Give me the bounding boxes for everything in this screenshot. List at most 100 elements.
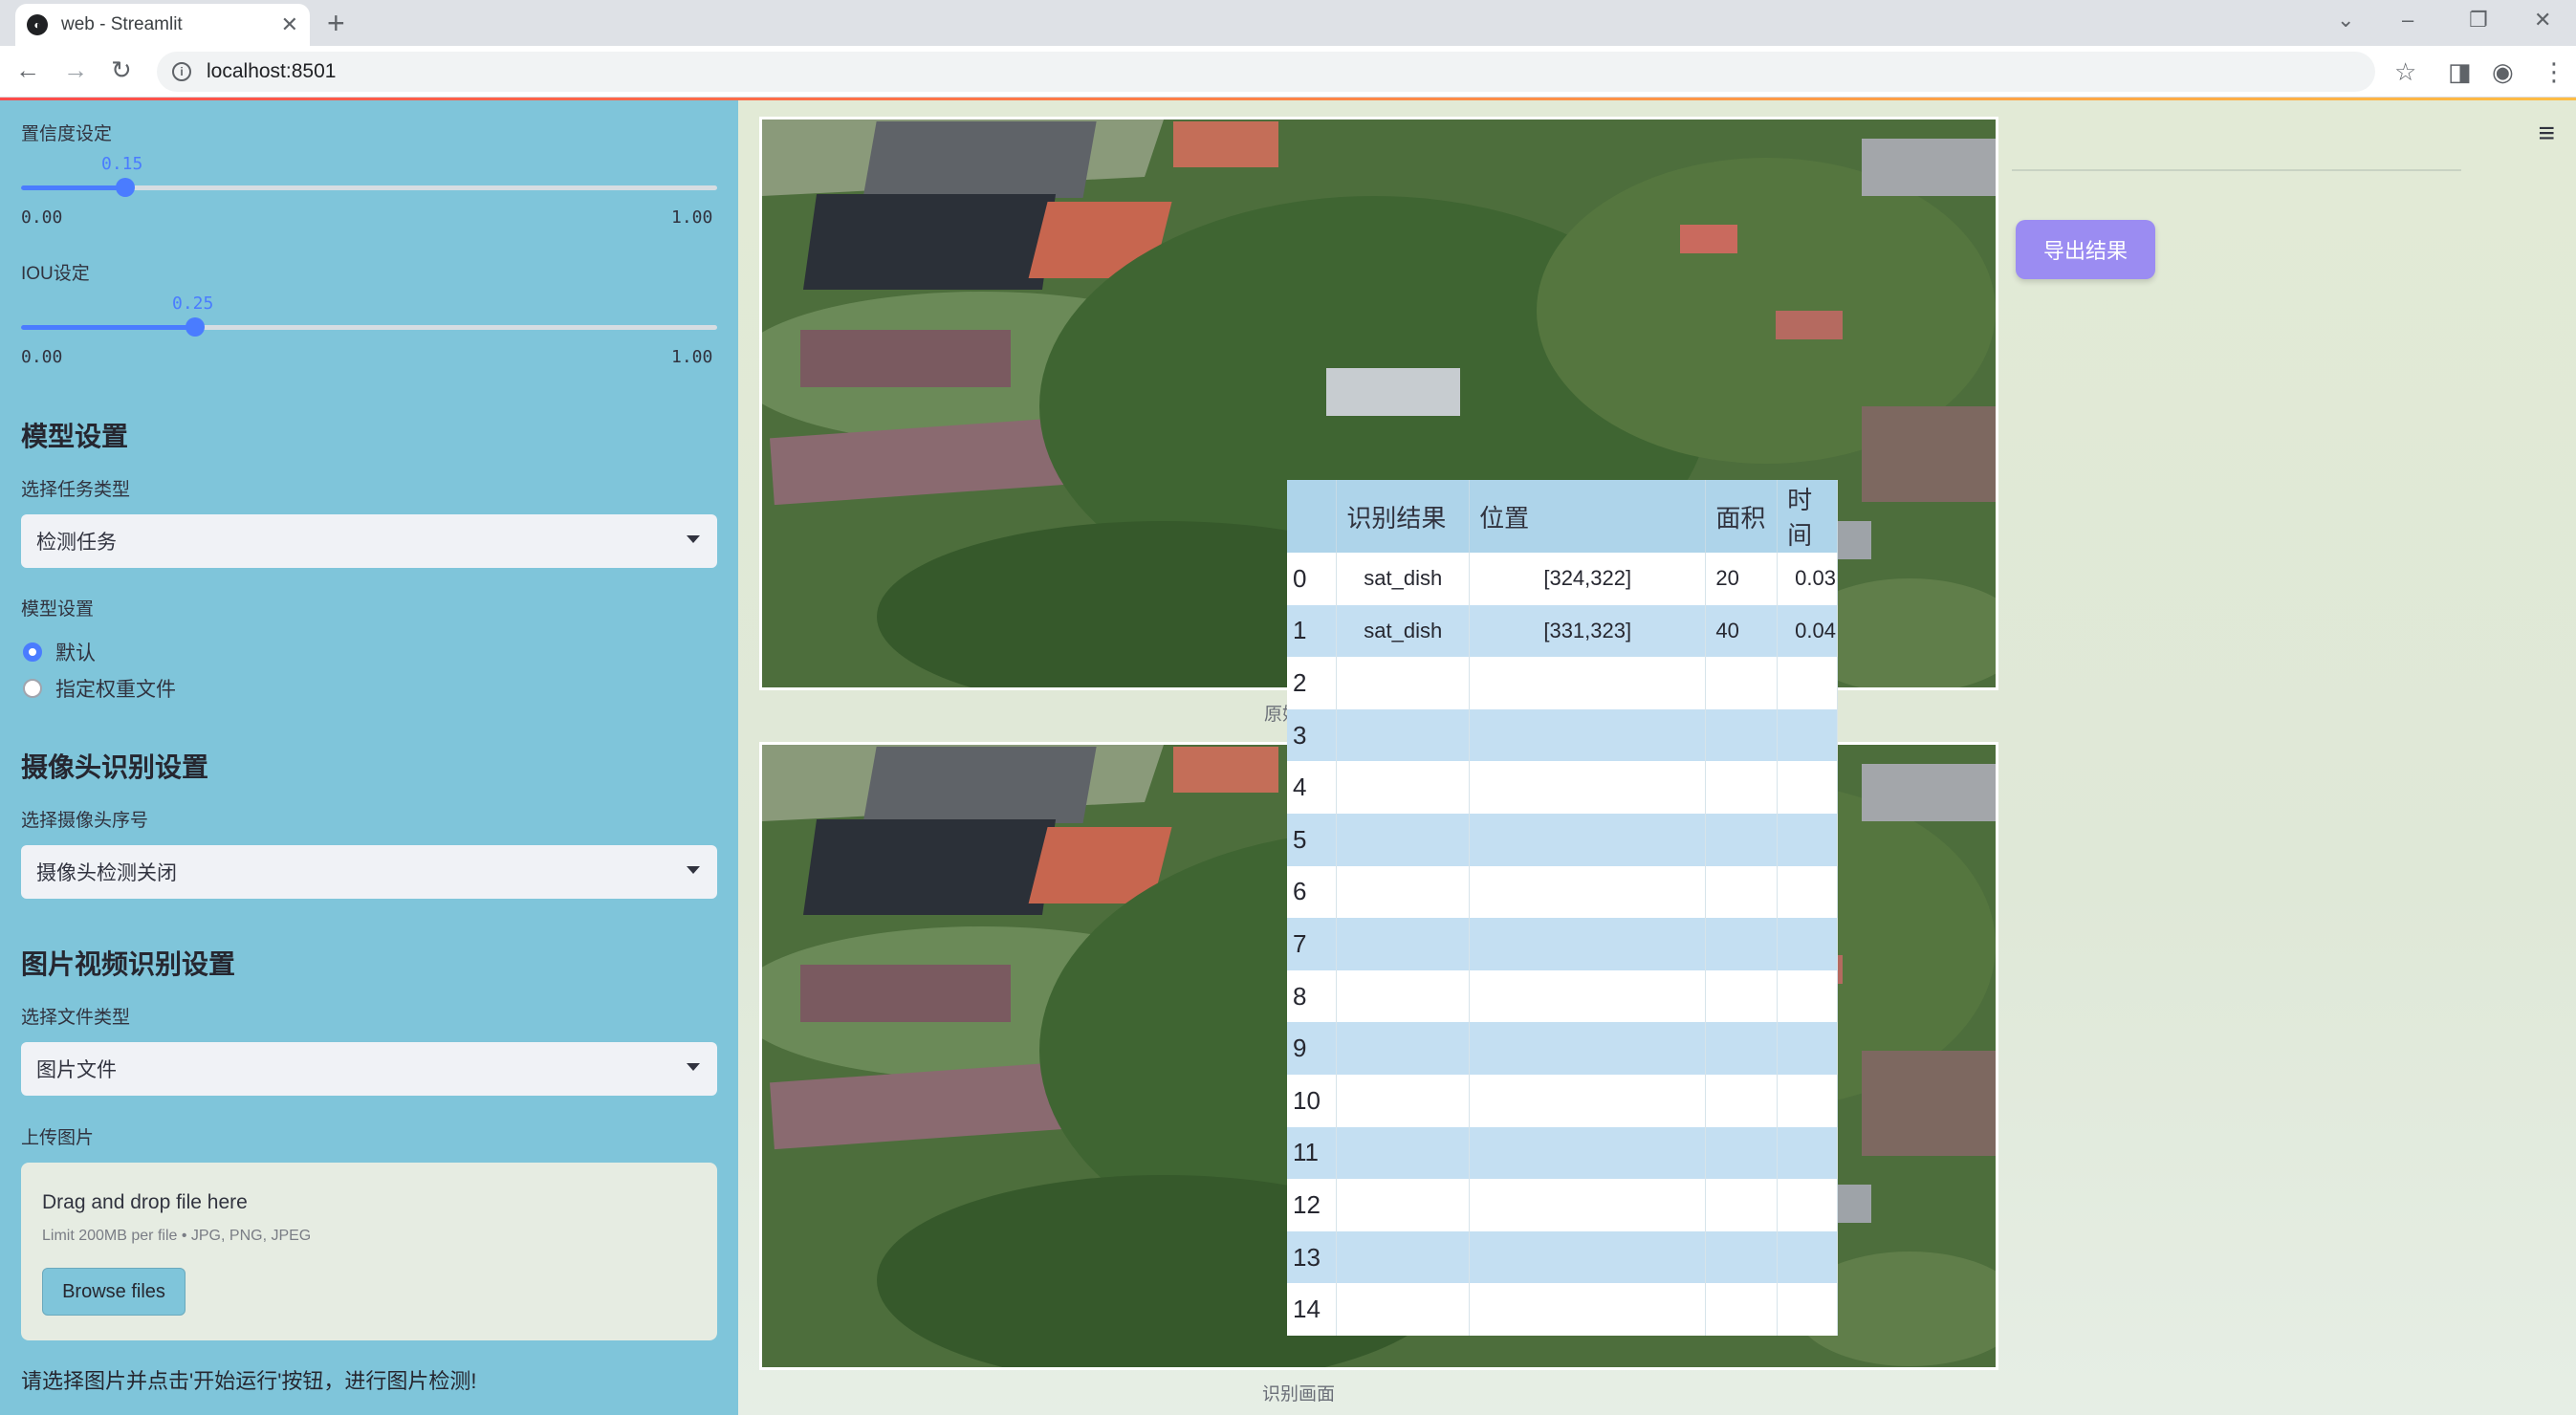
url-text: localhost:8501 — [207, 60, 337, 82]
confidence-slider-fill — [21, 185, 125, 190]
column-header-result[interactable]: 识别结果 — [1336, 480, 1471, 553]
confidence-slider-thumb[interactable] — [116, 178, 135, 197]
index-header — [1287, 480, 1338, 553]
url-field[interactable]: i localhost:8501 — [157, 52, 2375, 92]
chevron-down-icon — [687, 535, 700, 543]
cell-position — [1469, 969, 1707, 1023]
cell-time — [1777, 865, 1838, 919]
camera-index-label: 选择摄像头序号 — [21, 811, 149, 831]
hamburger-menu-icon[interactable]: ≡ — [2538, 118, 2555, 150]
reload-icon[interactable]: ↻ — [111, 55, 132, 85]
cell-result — [1336, 761, 1471, 814]
row-index: 2 — [1287, 657, 1338, 709]
chevron-down-icon — [687, 1063, 700, 1071]
cell-result — [1336, 1230, 1471, 1284]
confidence-value: 0.15 — [101, 154, 143, 174]
browser-menu-icon[interactable]: ⋮ — [2542, 57, 2566, 87]
cell-area — [1705, 865, 1779, 919]
table-row[interactable]: 1 sat_dish [331,323] 40 0.04 — [1287, 604, 1838, 658]
task-type-select[interactable]: 检测任务 — [21, 514, 717, 568]
task-type-value: 检测任务 — [36, 532, 117, 554]
column-header-area[interactable]: 面积 — [1705, 480, 1779, 553]
row-index: 1 — [1287, 604, 1338, 658]
cell-time: 0.04 — [1777, 604, 1838, 658]
cell-position — [1469, 761, 1707, 814]
radio-default[interactable]: 默认 — [23, 638, 96, 666]
table-row[interactable]: 8 — [1287, 969, 1838, 1023]
cell-position: [331,323] — [1469, 604, 1707, 658]
table-row[interactable]: 10 — [1287, 1074, 1838, 1127]
row-index: 4 — [1287, 761, 1338, 814]
table-row[interactable]: 13 — [1287, 1230, 1838, 1284]
table-row[interactable]: 0 sat_dish [324,322] 20 0.03 — [1287, 553, 1838, 605]
profile-avatar-icon[interactable]: ◉ — [2492, 57, 2514, 87]
cell-result: sat_dish — [1336, 604, 1471, 658]
window-close-icon[interactable]: ✕ — [2534, 8, 2551, 33]
cell-result — [1336, 1179, 1471, 1231]
table-row[interactable]: 11 — [1287, 1126, 1838, 1180]
tab-title: web - Streamlit — [61, 14, 183, 34]
camera-settings-title: 摄像头识别设置 — [21, 752, 209, 782]
row-index: 3 — [1287, 708, 1338, 762]
forward-icon[interactable]: → — [63, 55, 88, 85]
cell-area — [1705, 761, 1779, 814]
cell-result: sat_dish — [1336, 553, 1471, 605]
table-row[interactable]: 2 — [1287, 657, 1838, 709]
cell-area — [1705, 1022, 1779, 1075]
browser-tab[interactable]: ◐ web - Streamlit ✕ — [15, 4, 310, 46]
confidence-min: 0.00 — [21, 207, 63, 228]
table-row[interactable]: 9 — [1287, 1022, 1838, 1075]
radio-default-label: 默认 — [55, 642, 96, 664]
table-row[interactable]: 5 — [1287, 813, 1838, 866]
file-type-select[interactable]: 图片文件 — [21, 1042, 717, 1096]
table-row[interactable]: 7 — [1287, 918, 1838, 970]
cell-time — [1777, 1283, 1838, 1336]
new-tab-icon[interactable]: + — [327, 6, 345, 41]
cell-area — [1705, 969, 1779, 1023]
cell-area — [1705, 1230, 1779, 1284]
cell-result — [1336, 657, 1471, 709]
cell-time: 0.03 — [1777, 553, 1838, 605]
table-row[interactable]: 12 — [1287, 1179, 1838, 1231]
iou-max: 1.00 — [671, 347, 713, 367]
site-info-icon[interactable]: i — [172, 62, 191, 81]
model-settings-label: 模型设置 — [21, 599, 95, 620]
cell-area — [1705, 1179, 1779, 1231]
bookmark-star-icon[interactable]: ☆ — [2394, 57, 2416, 87]
cell-time — [1777, 813, 1838, 866]
row-index: 14 — [1287, 1283, 1338, 1336]
side-panel-icon[interactable]: ◨ — [2448, 57, 2472, 87]
restore-icon[interactable]: ❐ — [2469, 8, 2488, 33]
camera-index-select[interactable]: 摄像头检测关闭 — [21, 845, 717, 899]
cell-position: [324,322] — [1469, 553, 1707, 605]
iou-slider-thumb[interactable] — [186, 317, 205, 337]
cell-time — [1777, 918, 1838, 970]
tab-search-chevron-icon[interactable]: ⌄ — [2337, 8, 2354, 33]
back-icon[interactable]: ← — [15, 55, 40, 85]
export-results-button[interactable]: 导出结果 — [2016, 220, 2155, 279]
chevron-down-icon — [687, 866, 700, 874]
dropzone-limit-text: Limit 200MB per file • JPG, PNG, JPEG — [42, 1228, 312, 1244]
table-row[interactable]: 3 — [1287, 708, 1838, 762]
table-row[interactable]: 6 — [1287, 865, 1838, 919]
dropzone-text: Drag and drop file here — [42, 1191, 248, 1213]
row-index: 6 — [1287, 865, 1338, 919]
row-index: 11 — [1287, 1126, 1338, 1180]
table-row[interactable]: 4 — [1287, 761, 1838, 814]
confidence-slider[interactable] — [21, 178, 717, 197]
table-row[interactable]: 14 — [1287, 1283, 1838, 1336]
minimize-icon[interactable]: – — [2402, 8, 2413, 33]
cell-result — [1336, 1126, 1471, 1180]
tab-close-icon[interactable]: ✕ — [281, 12, 298, 37]
browse-files-button[interactable]: Browse files — [42, 1268, 186, 1316]
radio-custom-weights[interactable]: 指定权重文件 — [23, 674, 176, 703]
column-header-position[interactable]: 位置 — [1469, 480, 1707, 553]
cell-area — [1705, 918, 1779, 970]
row-index: 5 — [1287, 813, 1338, 866]
cell-time — [1777, 969, 1838, 1023]
column-header-time[interactable]: 时间 — [1777, 480, 1838, 553]
iou-slider[interactable] — [21, 317, 717, 337]
file-dropzone[interactable]: Drag and drop file here Limit 200MB per … — [21, 1163, 717, 1340]
cell-position — [1469, 1230, 1707, 1284]
cell-area — [1705, 1283, 1779, 1336]
